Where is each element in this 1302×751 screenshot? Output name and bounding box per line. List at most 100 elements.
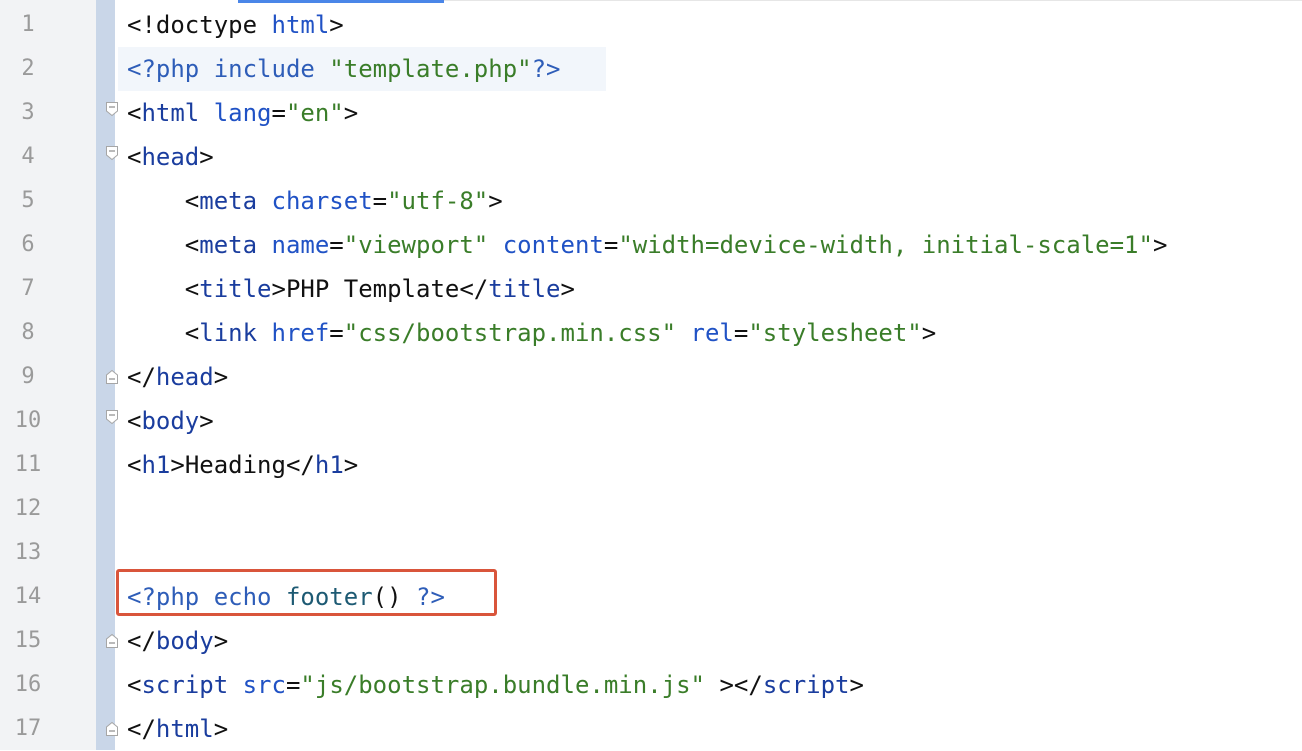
line-number: 13	[14, 540, 42, 565]
line-number: 10	[14, 408, 42, 433]
code-line[interactable]: 15 </body>	[0, 619, 1302, 663]
code-line[interactable]: 4 <head>	[0, 135, 1302, 179]
line-number: 8	[21, 320, 35, 345]
fold-end-icon[interactable]	[105, 721, 119, 737]
line-number: 7	[21, 276, 35, 301]
code-line[interactable]: 7 <title>PHP Template</title>	[0, 267, 1302, 311]
code-line[interactable]: 16 <script src="js/bootstrap.bundle.min.j…	[0, 663, 1302, 707]
code-line[interactable]: 9 </head>	[0, 355, 1302, 399]
code-token: <?php	[127, 55, 214, 83]
code-token: html	[155, 715, 214, 743]
code-token: <!doctype	[127, 11, 272, 39]
code-text[interactable]: <h1>Heading</h1>	[127, 443, 358, 487]
code-text[interactable]: <head>	[127, 135, 214, 179]
code-text[interactable]: <body>	[127, 399, 214, 443]
code-token: >	[488, 187, 503, 215]
fold-end-icon[interactable]	[105, 369, 119, 385]
code-token: >	[213, 715, 229, 743]
code-token: body	[155, 627, 214, 655]
code-text[interactable]: </html>	[127, 707, 228, 751]
code-token: PHP Template	[285, 275, 460, 303]
code-token: =	[603, 231, 619, 259]
code-token: ></	[719, 671, 763, 699]
fold-end-icon[interactable]	[105, 633, 119, 649]
code-text[interactable]: <script src="js/bootstrap.bundle.min.js"…	[127, 663, 864, 707]
line-number: 5	[21, 188, 35, 213]
code-token: "width=device-width, initial-scale=1"	[618, 231, 1153, 259]
code-token: >	[849, 671, 864, 699]
code-token: title	[488, 275, 561, 303]
code-token: ?>	[531, 55, 561, 83]
line-number: 11	[14, 452, 42, 477]
code-token: script	[141, 671, 243, 699]
code-token: <	[127, 275, 200, 303]
code-token: "en"	[285, 99, 344, 127]
code-text[interactable]: <meta charset="utf-8">	[127, 179, 503, 223]
code-line[interactable]: 2 <?php include "template.php"?>	[0, 47, 1302, 91]
code-token: rel	[690, 319, 734, 347]
code-text[interactable]: <?php include "template.php"?>	[127, 47, 561, 91]
code-text[interactable]: </body>	[127, 619, 228, 663]
code-token: <	[127, 451, 142, 479]
code-token: html	[141, 99, 214, 127]
line-number: 9	[21, 364, 35, 389]
code-token: >	[199, 143, 214, 171]
code-line[interactable]: 5 <meta charset="utf-8">	[0, 179, 1302, 223]
fold-collapse-icon[interactable]	[105, 145, 119, 161]
code-token: meta	[199, 231, 272, 259]
code-text[interactable]: </head>	[127, 355, 228, 399]
code-text[interactable]: <title>PHP Template</title>	[127, 267, 575, 311]
code-token: </	[127, 363, 156, 391]
code-line[interactable]: 8 <link href="css/bootstrap.min.css" rel…	[0, 311, 1302, 355]
code-token: "utf-8"	[387, 187, 489, 215]
code-token: meta	[199, 187, 272, 215]
code-token: <	[127, 231, 200, 259]
fold-collapse-icon[interactable]	[105, 409, 119, 425]
code-token: >	[329, 11, 344, 39]
code-token: name	[271, 231, 330, 259]
code-text[interactable]: <meta name="viewport" content="width=dev…	[127, 223, 1168, 267]
line-number: 12	[14, 496, 42, 521]
code-token: =	[372, 187, 388, 215]
line-number: 6	[21, 232, 35, 257]
code-token: =	[271, 99, 286, 127]
code-line[interactable]: 3 <html lang="en">	[0, 91, 1302, 135]
code-token: "viewport"	[343, 231, 503, 259]
code-token: =	[329, 319, 344, 347]
code-token: html	[271, 11, 330, 39]
code-token: </	[127, 627, 156, 655]
code-editor[interactable]: 1 <!doctype html> 2 <?php include "template…	[0, 3, 1302, 751]
code-token: "css/bootstrap.min.css"	[343, 319, 691, 347]
code-line[interactable]: 10 <body>	[0, 399, 1302, 443]
line-number: 14	[14, 584, 42, 609]
code-token: </	[285, 451, 315, 479]
code-token: include	[213, 55, 330, 83]
code-token: <	[127, 319, 200, 347]
code-line[interactable]: 6 <meta name="viewport" content="width=d…	[0, 223, 1302, 267]
line-number: 17	[14, 716, 42, 741]
code-token: >	[560, 275, 575, 303]
code-token: >	[921, 319, 937, 347]
code-token: <	[127, 187, 200, 215]
code-token: h1	[314, 451, 344, 479]
code-token: title	[199, 275, 272, 303]
code-token: >	[199, 407, 214, 435]
code-token: >	[213, 363, 229, 391]
code-token: <	[127, 671, 142, 699]
code-text[interactable]: <html lang="en">	[127, 91, 358, 135]
code-token: =	[329, 231, 344, 259]
code-line[interactable]: 17 </html>	[0, 707, 1302, 751]
code-token: "stylesheet"	[748, 319, 922, 347]
code-text[interactable]: <!doctype html>	[127, 3, 344, 47]
code-token: >	[170, 451, 185, 479]
code-token: </	[127, 715, 156, 743]
line-number: 16	[14, 672, 42, 697]
line-number: 2	[21, 56, 35, 81]
code-line[interactable]: 11 <h1>Heading</h1>	[0, 443, 1302, 487]
code-line[interactable]: 1 <!doctype html>	[0, 3, 1302, 47]
code-text[interactable]: <link href="css/bootstrap.min.css" rel="…	[127, 311, 936, 355]
code-token: >	[271, 275, 286, 303]
code-line[interactable]: 12	[0, 487, 1302, 531]
fold-collapse-icon[interactable]	[105, 101, 119, 117]
code-token: =	[285, 671, 301, 699]
